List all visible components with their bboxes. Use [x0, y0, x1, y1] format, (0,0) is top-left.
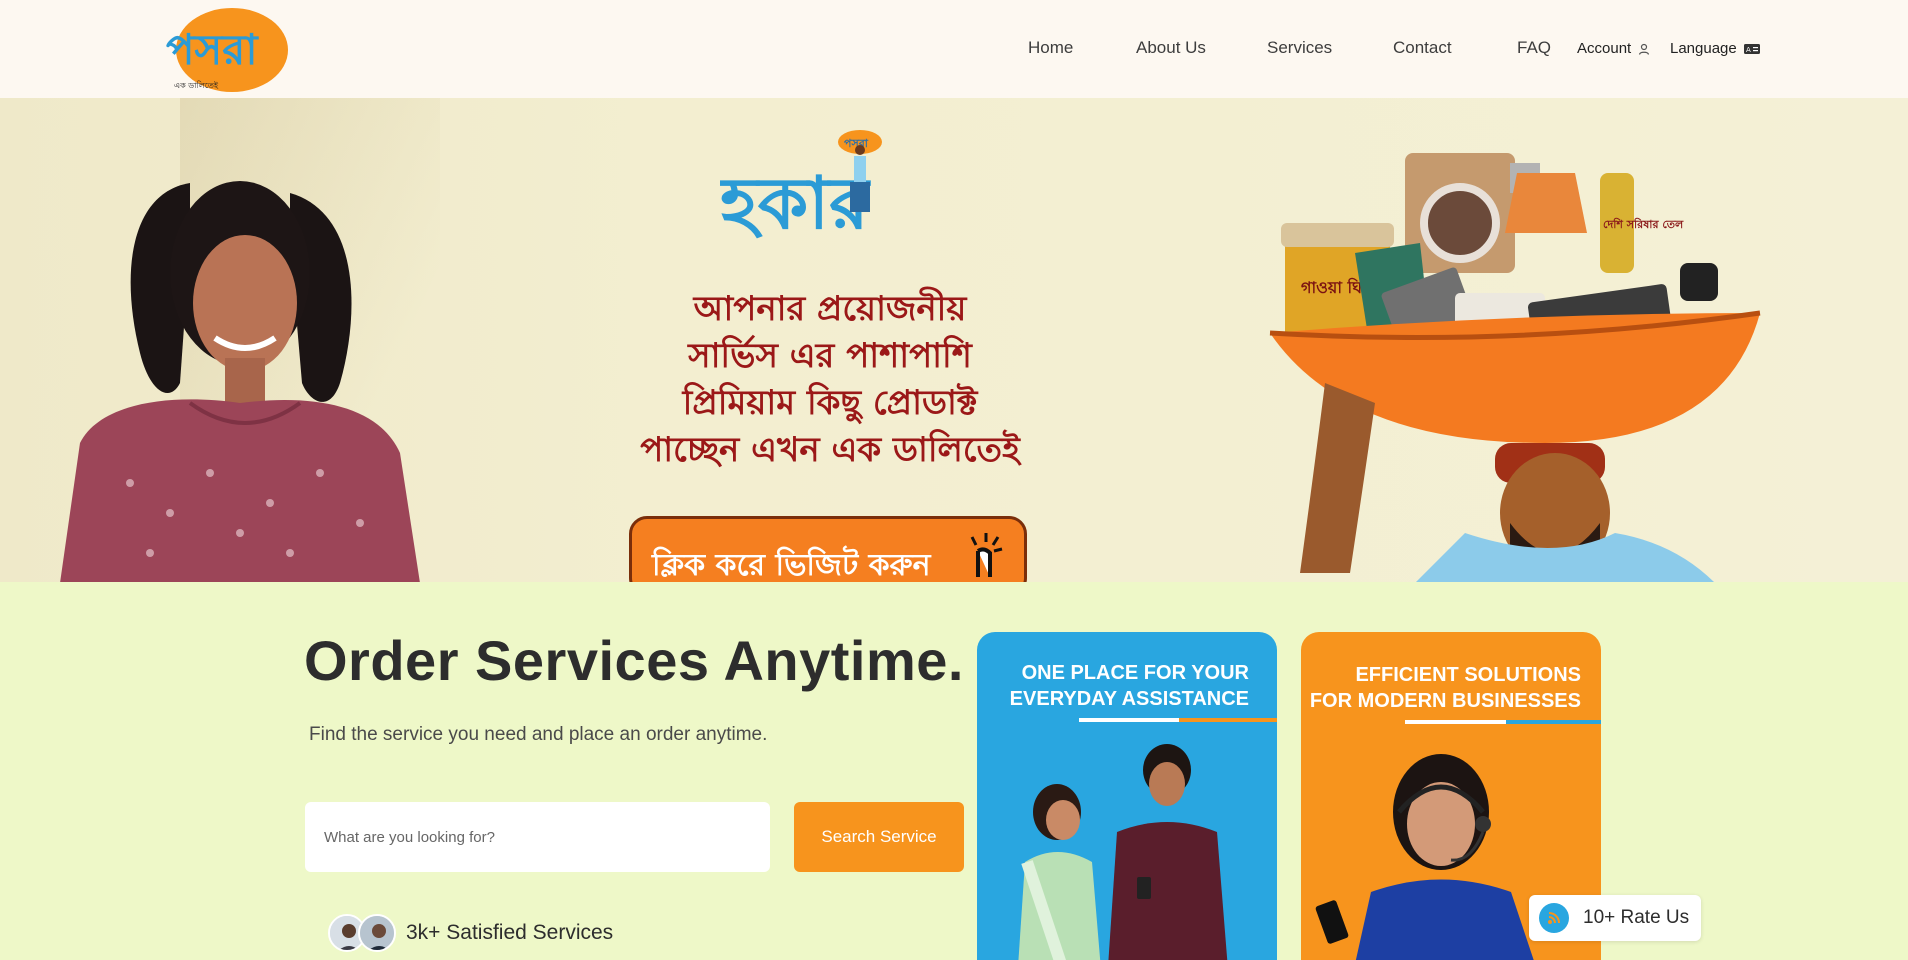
everyday-assistance-card[interactable]: ONE PLACE FOR YOUR EVERYDAY ASSISTANCE [977, 632, 1277, 960]
svg-text:দেশি সরিষার তেল: দেশি সরিষার তেল [1603, 217, 1684, 231]
language-label: Language [1670, 40, 1737, 57]
nav-account[interactable]: Account [1577, 40, 1651, 57]
satisfied-services-stat: 3k+ Satisfied Services [328, 914, 613, 952]
hero-line-2: সার্ভিস এর পাশাপাশি [688, 336, 972, 376]
woman-portrait-image [60, 181, 420, 582]
page-subheadline: Find the service you need and place an o… [309, 724, 768, 745]
rate-us-button[interactable]: 10+ Rate Us [1529, 895, 1701, 941]
card-title: EFFICIENT SOLUTIONS FOR MODERN BUSINESSE… [1310, 662, 1581, 714]
service-search-input[interactable] [305, 802, 770, 872]
nav-contact[interactable]: Contact [1393, 38, 1452, 58]
svg-text:গাওয়া ঘি: গাওয়া ঘি [1301, 277, 1363, 297]
rss-icon [1539, 903, 1569, 933]
svg-text:এক ডালিতেই: এক ডালিতেই [174, 81, 219, 90]
nav-faq[interactable]: FAQ [1517, 38, 1551, 58]
hawker-with-basket-image: দেশি সরিষার তেল গাওয়া ঘি [1269, 153, 1761, 582]
posra-logo[interactable]: পসরা এক ডালিতেই [160, 4, 295, 92]
click-cursor-icon [970, 533, 1003, 577]
card-title-line-1: ONE PLACE FOR YOUR [1021, 662, 1249, 684]
hero-line-3: প্রিমিয়াম কিছু প্রোডাক্ট [682, 383, 978, 423]
nav-services[interactable]: Services [1267, 38, 1332, 58]
language-icon: A [1743, 43, 1760, 54]
hero-bengali-text: আপনার প্রয়োজনীয় সার্ভিস এর পাশাপাশি প্… [600, 286, 1060, 474]
couple-with-phones-image [1018, 744, 1228, 960]
nav-home[interactable]: Home [1028, 38, 1073, 58]
rate-us-label: 10+ Rate Us [1583, 907, 1690, 928]
site-header: পসরা এক ডালিতেই Home About Us Services C… [0, 0, 1908, 98]
card-divider [1079, 718, 1277, 722]
cta-label: ক্লিক করে ভিজিট করুন [652, 548, 931, 582]
card-title: ONE PLACE FOR YOUR EVERYDAY ASSISTANCE [1010, 660, 1249, 712]
nav-about-us[interactable]: About Us [1136, 38, 1206, 58]
user-icon [1639, 43, 1650, 55]
svg-text:A: A [1746, 46, 1751, 54]
hero-line-1: আপনার প্রয়োজনীয় [693, 289, 967, 329]
search-service-button[interactable]: Search Service [794, 802, 964, 872]
nav-language[interactable]: Language A [1670, 40, 1761, 57]
card-title-line-1: EFFICIENT SOLUTIONS [1355, 664, 1581, 686]
card-divider [1405, 720, 1601, 724]
card-title-line-2: FOR MODERN BUSINESSES [1309, 690, 1581, 712]
visit-cta-button[interactable]: ক্লিক করে ভিজিট করুন [629, 516, 1027, 582]
svg-text:হকার: হকার [720, 161, 871, 245]
page-headline: Order Services Anytime. [304, 629, 964, 692]
hakar-logo: হকার পসরা [720, 130, 882, 245]
avatar [358, 914, 396, 952]
svg-text:পসরা: পসরা [166, 25, 259, 74]
hero-line-4: পাচ্ছেন এখন এক ডালিতেই [640, 430, 1020, 470]
account-label: Account [1577, 40, 1632, 57]
satisfied-services-label: 3k+ Satisfied Services [406, 921, 614, 944]
hero-banner[interactable]: হকার পসরা আপনার প্রয়োজনীয় সার্ভিস এর প… [0, 98, 1908, 582]
card-title-line-2: EVERYDAY ASSISTANCE [1009, 688, 1249, 710]
